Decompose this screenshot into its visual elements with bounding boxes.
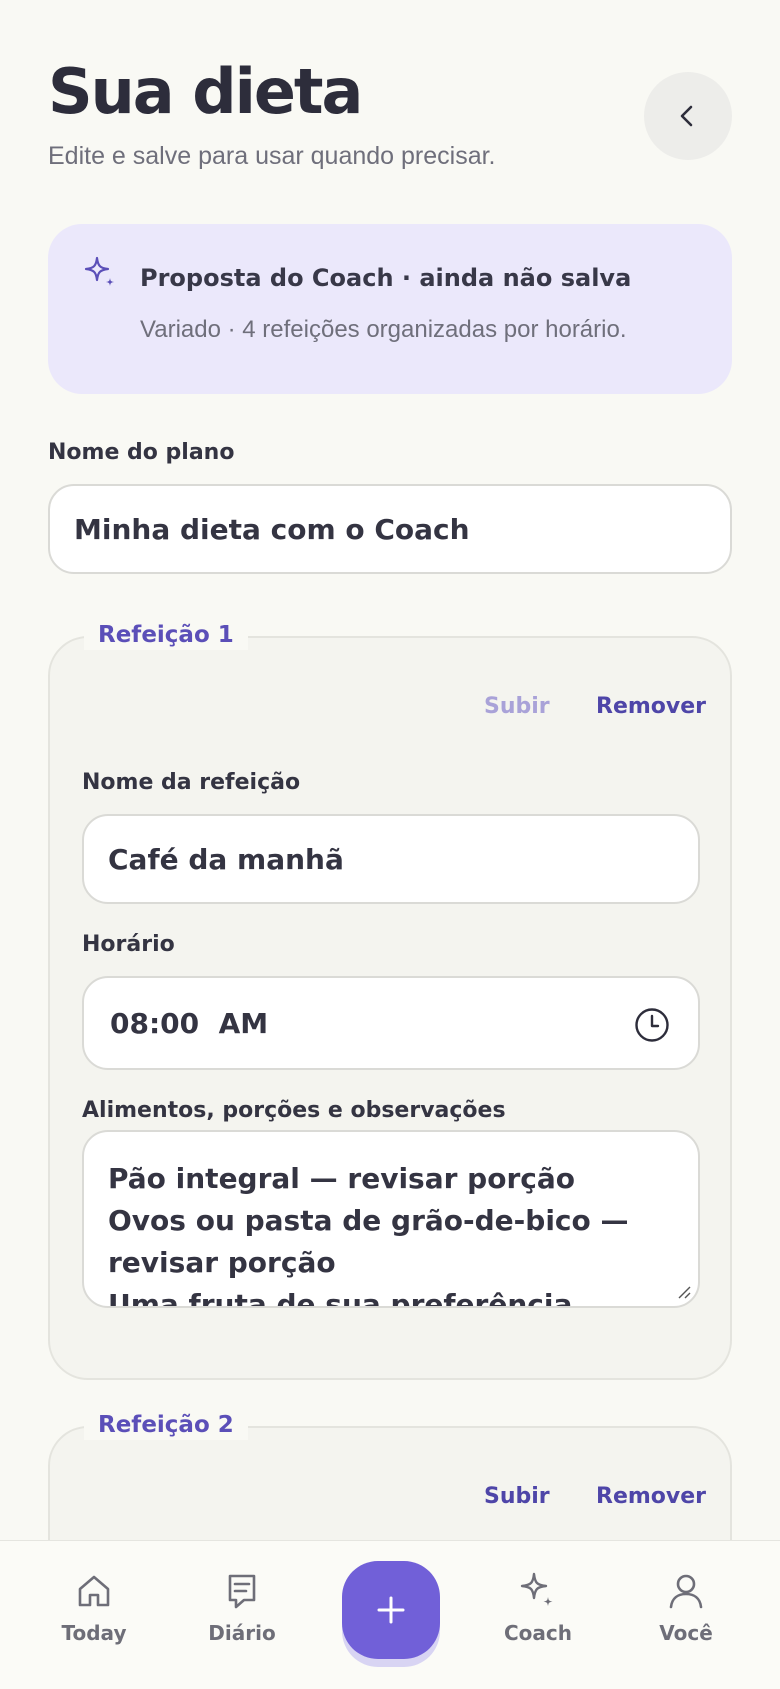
header: Sua dieta Edite e salve para usar quando…	[48, 48, 732, 188]
sparkle-icon	[84, 256, 114, 286]
back-button[interactable]	[644, 72, 732, 160]
meal-legend: Refeição 1	[84, 620, 248, 650]
remove-meal-button[interactable]: Remover	[596, 694, 706, 719]
add-button[interactable]	[342, 1561, 440, 1659]
coach-proposal-card: Proposta do Coach · ainda não salva Vari…	[48, 224, 732, 394]
meal-foods-label: Alimentos, porções e observações	[82, 1098, 506, 1123]
nav-label: Diário	[208, 1621, 276, 1645]
sparkle-icon	[520, 1572, 553, 1606]
meal-foods-value: Pão integral — revisar porção Ovos ou pa…	[108, 1162, 629, 1308]
nav-label: Today	[61, 1621, 127, 1645]
meal-legend: Refeição 2	[84, 1410, 248, 1440]
journal-icon	[228, 1574, 256, 1609]
nav-item-today[interactable]: Today	[34, 1571, 154, 1645]
bottom-nav: Today Diário Coach Você	[0, 1540, 780, 1689]
clock-icon[interactable]	[634, 1007, 670, 1043]
meal-name-value: Café da manhã	[108, 842, 344, 876]
remove-meal-button[interactable]: Remover	[596, 1484, 706, 1509]
nav-item-coach[interactable]: Coach	[478, 1571, 598, 1645]
move-up-button[interactable]: Subir	[484, 1484, 550, 1509]
resize-handle-icon[interactable]	[676, 1284, 692, 1300]
meal-name-input[interactable]: Café da manhã	[82, 814, 700, 904]
meal-foods-textarea[interactable]: Pão integral — revisar porção Ovos ou pa…	[82, 1130, 700, 1308]
meal-time-label: Horário	[82, 932, 175, 957]
meal-card-1: Refeição 1 Subir Remover Nome da refeiçã…	[48, 620, 732, 1380]
meal-time-value: 08:00 AM	[110, 1006, 269, 1040]
nav-label: Você	[659, 1621, 713, 1645]
plan-name-value: Minha dieta com o Coach	[74, 512, 470, 546]
chevron-left-icon	[680, 105, 693, 127]
home-icon	[78, 1575, 110, 1607]
user-icon	[669, 1574, 703, 1609]
move-up-button[interactable]: Subir	[484, 694, 550, 719]
plus-icon	[377, 1596, 405, 1624]
coach-proposal-title: Proposta do Coach · ainda não salva	[140, 264, 632, 292]
page-subtitle: Edite e salve para usar quando precisar.	[48, 142, 496, 170]
meal-time-input[interactable]: 08:00 AM	[82, 976, 700, 1070]
nav-item-diario[interactable]: Diário	[182, 1571, 302, 1645]
plan-name-input[interactable]: Minha dieta com o Coach	[48, 484, 732, 574]
meal-name-label: Nome da refeição	[82, 770, 301, 795]
nav-item-voce[interactable]: Você	[626, 1571, 746, 1645]
plan-name-label: Nome do plano	[48, 440, 235, 465]
page-title: Sua dieta	[48, 55, 363, 128]
nav-label: Coach	[503, 1621, 572, 1645]
coach-proposal-description: Variado · 4 refeições organizadas por ho…	[140, 316, 627, 343]
